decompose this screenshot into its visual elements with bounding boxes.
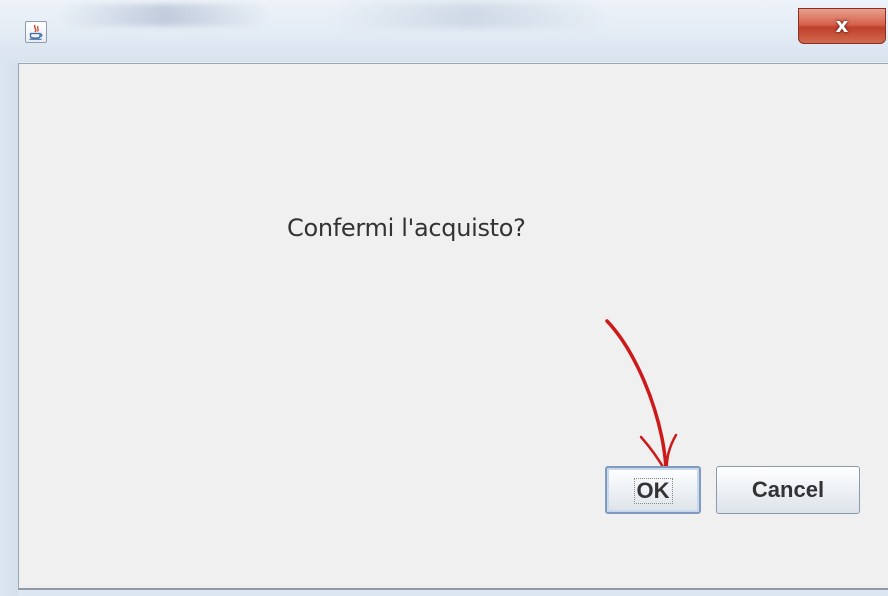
close-icon: x bbox=[835, 13, 849, 37]
title-bar-background-blur bbox=[60, 4, 270, 26]
java-icon bbox=[25, 21, 47, 43]
window-frame-left bbox=[0, 62, 18, 596]
red-arrow-annotation bbox=[605, 319, 678, 474]
dialog-window: x Confermi l'acquisto? OK Cancel bbox=[0, 0, 888, 596]
close-button[interactable]: x bbox=[798, 8, 886, 44]
dialog-message: Confermi l'acquisto? bbox=[287, 214, 526, 242]
ok-button[interactable]: OK bbox=[605, 466, 701, 514]
ok-button-label: OK bbox=[633, 478, 673, 504]
cancel-button[interactable]: Cancel bbox=[716, 466, 860, 514]
title-bar[interactable]: x bbox=[0, 0, 888, 62]
title-bar-background-blur bbox=[330, 2, 610, 28]
